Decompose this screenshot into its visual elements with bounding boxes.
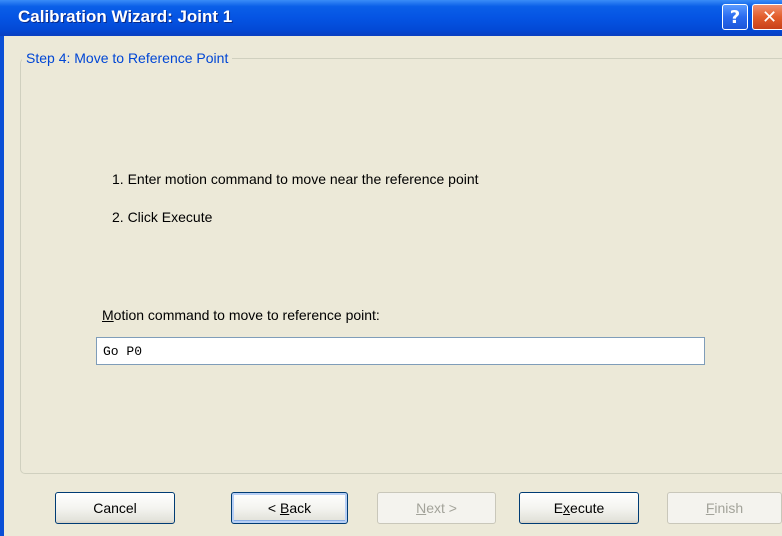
calibration-wizard-window: Calibration Wizard: Joint 1 ? ✕: [0, 0, 782, 536]
next-button-rest: ext >: [426, 500, 457, 516]
next-button-label: Next >: [416, 500, 457, 516]
step-groupbox: [20, 58, 782, 474]
help-button[interactable]: ?: [722, 4, 748, 30]
next-button[interactable]: Next >: [377, 492, 496, 524]
cancel-button-label: Cancel: [93, 500, 137, 516]
motion-command-input[interactable]: [96, 337, 705, 365]
execute-button-prefix: E: [553, 500, 564, 516]
title-bar[interactable]: Calibration Wizard: Joint 1 ? ✕: [0, 0, 782, 36]
back-button-label: < Back: [268, 500, 311, 516]
finish-button[interactable]: Finish: [667, 492, 782, 524]
instruction-2: 2. Click Execute: [112, 209, 213, 225]
window-title: Calibration Wizard: Joint 1: [18, 7, 233, 26]
execute-button-label: Execute: [554, 500, 605, 516]
next-button-mnemonic: N: [416, 500, 427, 516]
execute-button[interactable]: Execute: [519, 492, 639, 524]
back-button-mnemonic: B: [279, 500, 290, 516]
help-icon: ?: [729, 6, 741, 28]
close-button[interactable]: ✕: [752, 4, 782, 30]
execute-button-rest: ecute: [570, 500, 605, 516]
cancel-button[interactable]: Cancel: [55, 492, 175, 524]
motion-command-label: Motion command to move to reference poin…: [102, 307, 380, 323]
close-icon: ✕: [761, 6, 778, 28]
back-button[interactable]: < Back: [231, 492, 348, 524]
finish-button-rest: inish: [714, 500, 744, 516]
instruction-1: 1. Enter motion command to move near the…: [112, 171, 479, 187]
motion-command-label-mnemonic: M: [102, 307, 114, 323]
back-button-prefix: <: [267, 500, 280, 516]
motion-command-label-text: otion command to move to reference point…: [113, 307, 380, 323]
execute-button-mnemonic: x: [563, 500, 571, 516]
back-button-rest: ack: [289, 500, 312, 516]
step-title: Step 4: Move to Reference Point: [22, 50, 233, 66]
finish-button-label: Finish: [706, 500, 743, 516]
